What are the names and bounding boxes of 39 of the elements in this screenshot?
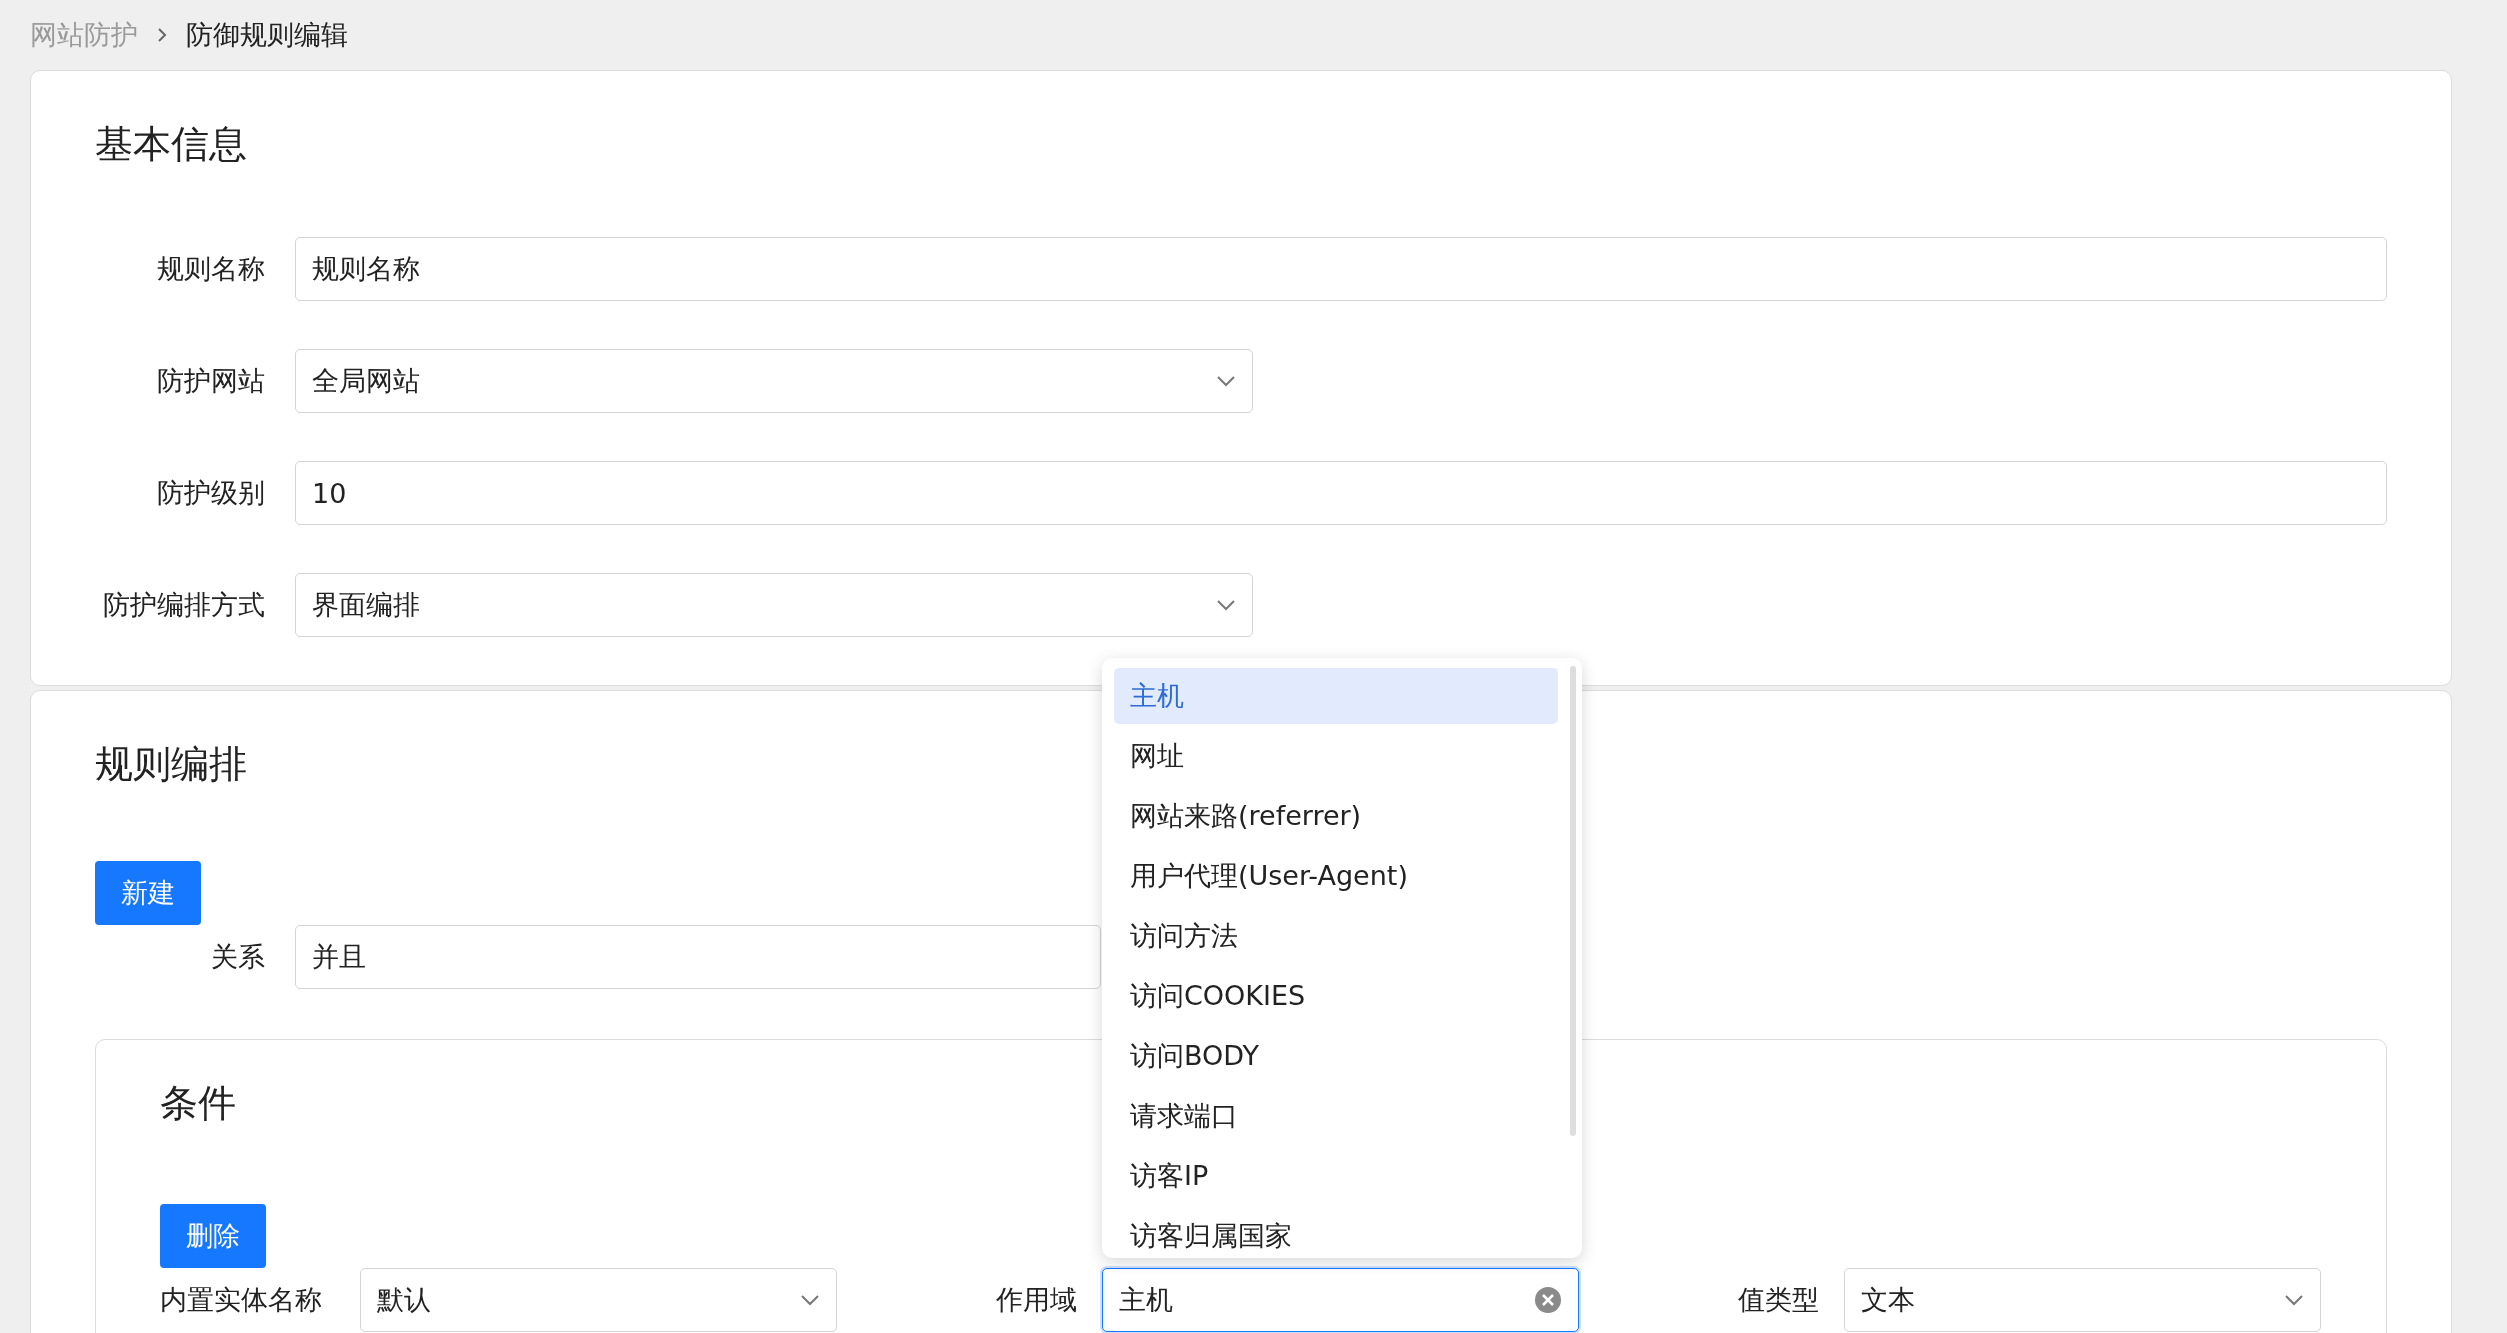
field-label: 规则名称	[156, 252, 265, 286]
field-label: 防护级别	[156, 476, 265, 510]
chevron-down-icon	[1216, 375, 1236, 387]
select-field[interactable]: 并且	[295, 925, 1101, 989]
select-field[interactable]: 主机	[1102, 1268, 1579, 1332]
input-field[interactable]: 10	[295, 461, 2387, 525]
field-label: 值类型	[1737, 1283, 1819, 1317]
chevron-down-icon	[2284, 1294, 2304, 1306]
dropdown-option[interactable]: 访客IP	[1114, 1148, 1558, 1204]
scrollbar[interactable]	[1570, 666, 1576, 1136]
input-field[interactable]: 规则名称	[295, 237, 2387, 301]
field-label: 关系	[210, 940, 265, 974]
dropdown-option[interactable]: 访问方法	[1114, 908, 1558, 964]
dropdown-option[interactable]: 访客归属国家	[1114, 1208, 1558, 1258]
select-field[interactable]: 默认	[360, 1268, 837, 1332]
clear-icon[interactable]	[1534, 1286, 1562, 1314]
section-title: 规则编排	[95, 741, 247, 788]
select-field[interactable]: 全局网站	[295, 349, 1253, 413]
chevron-right-icon	[156, 26, 168, 44]
dropdown-option[interactable]: 用户代理(User-Agent)	[1114, 848, 1558, 904]
select-field[interactable]: 界面编排	[295, 573, 1253, 637]
dropdown-option[interactable]: 请求端口	[1114, 1088, 1558, 1144]
new-button[interactable]: 新建	[95, 861, 201, 925]
dropdown-option[interactable]: 网站来路(referrer)	[1114, 788, 1558, 844]
breadcrumb-item: 防御规则编辑	[186, 18, 348, 52]
select-field[interactable]: 文本	[1844, 1268, 2321, 1332]
field-label: 作用域	[995, 1283, 1077, 1317]
field-label: 防护编排方式	[102, 588, 265, 622]
dropdown-option[interactable]: 访问COOKIES	[1114, 968, 1558, 1024]
field-label: 内置实体名称	[160, 1283, 323, 1317]
dropdown-option[interactable]: 访问BODY	[1114, 1028, 1558, 1084]
section-title: 基本信息	[95, 121, 247, 168]
delete-button[interactable]: 删除	[160, 1204, 266, 1268]
field-label: 防护网站	[156, 364, 265, 398]
dropdown-option[interactable]: 主机	[1114, 668, 1558, 724]
dropdown-option[interactable]: 网址	[1114, 728, 1558, 784]
chevron-down-icon	[800, 1294, 820, 1306]
chevron-down-icon	[1216, 599, 1236, 611]
section-title: 条件	[160, 1080, 236, 1127]
